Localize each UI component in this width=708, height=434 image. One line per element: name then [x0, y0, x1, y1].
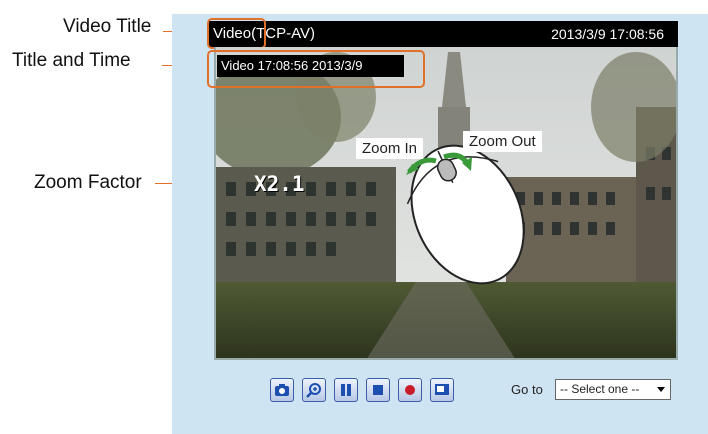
zoom-icon — [306, 383, 321, 398]
video-viewport[interactable] — [214, 47, 678, 360]
callout-zoom-factor: Zoom Factor — [34, 172, 142, 193]
stop-button[interactable] — [366, 378, 390, 402]
video-title-highlight — [207, 18, 266, 49]
zoom-in-label: Zoom In — [356, 138, 424, 159]
record-icon — [405, 385, 415, 395]
callout-video-title: Video Title — [63, 16, 152, 37]
goto-select[interactable]: -- Select one -- — [555, 379, 671, 400]
goto-label: Go to — [511, 382, 543, 397]
chevron-down-icon — [657, 387, 665, 392]
zoom-button[interactable] — [302, 378, 326, 402]
goto-selected-value: -- Select one -- — [560, 382, 640, 396]
video-title-bar: Video(TCP-AV) 2013/3/9 17:08:56 — [209, 21, 678, 47]
zoom-factor-value: X2.1 — [254, 172, 305, 196]
video-scene — [216, 47, 676, 358]
video-datetime: 2013/3/9 17:08:56 — [551, 26, 664, 42]
pause-button[interactable] — [334, 378, 358, 402]
pip-button[interactable] — [430, 378, 454, 402]
stop-icon — [373, 385, 383, 395]
pip-icon — [435, 384, 449, 395]
record-button[interactable] — [398, 378, 422, 402]
snapshot-icon — [275, 384, 289, 396]
zoom-out-label: Zoom Out — [463, 131, 542, 152]
title-and-time-highlight — [207, 50, 425, 88]
pause-icon — [341, 384, 351, 396]
callout-title-and-time: Title and Time — [12, 50, 131, 71]
snapshot-button[interactable] — [270, 378, 294, 402]
